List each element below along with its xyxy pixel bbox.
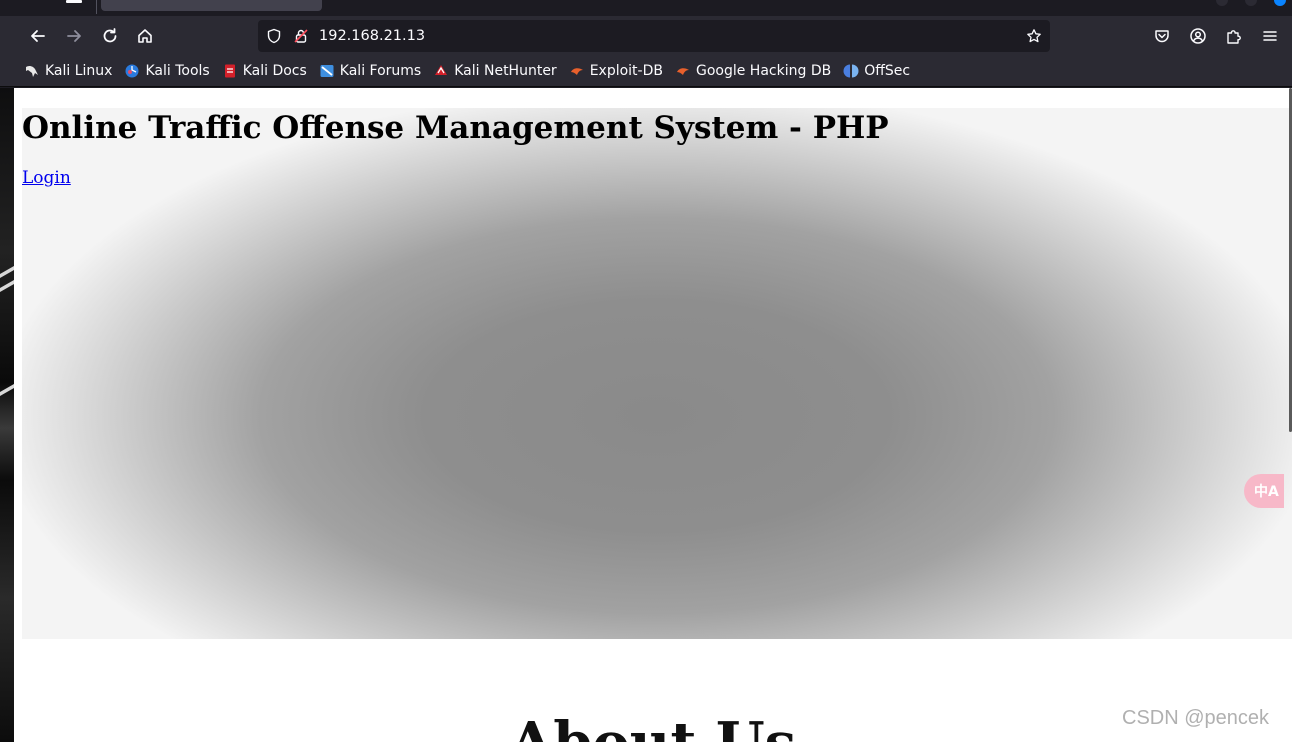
bookmark-label: Kali NetHunter <box>454 63 557 79</box>
pocket-icon <box>1155 30 1169 43</box>
reload-button[interactable] <box>95 22 125 50</box>
tab-strip <box>0 0 1292 16</box>
bookmark-label: Kali Forums <box>339 63 422 79</box>
desktop-background <box>0 88 14 742</box>
kali-dragon-icon <box>24 63 40 79</box>
navigation-toolbar: 192.168.21.13 <box>0 16 1292 56</box>
bookmarks-toolbar: Kali Linux Kali Tools Kali Docs Kali For… <box>0 56 1292 87</box>
kali-tools-icon <box>124 63 140 79</box>
bookmark-label: Exploit-DB <box>589 63 663 79</box>
close-window-button[interactable] <box>1274 0 1286 6</box>
tracking-protection-shield-icon[interactable] <box>265 27 283 45</box>
bookmark-label: Kali Tools <box>145 63 210 79</box>
bookmark-label: OffSec <box>864 63 911 79</box>
reload-icon <box>103 28 117 43</box>
back-button[interactable] <box>23 22 53 50</box>
arrow-left-icon <box>31 30 45 42</box>
account-button[interactable] <box>1183 22 1213 50</box>
bookmark-label: Kali Linux <box>45 63 113 79</box>
bookmark-exploit-db[interactable]: Exploit-DB <box>569 59 668 83</box>
bookmark-kali-linux[interactable]: Kali Linux <box>24 59 117 83</box>
minimize-button[interactable] <box>1216 0 1228 6</box>
bookmark-kali-docs[interactable]: Kali Docs <box>222 59 312 83</box>
extensions-button[interactable] <box>1219 22 1249 50</box>
kali-nethunter-icon <box>433 63 449 79</box>
web-page: Online Traffic Offense Management System… <box>14 88 1292 742</box>
bookmark-kali-nethunter[interactable]: Kali NetHunter <box>433 59 561 83</box>
account-icon <box>1190 28 1206 44</box>
bookmark-google-hacking-db[interactable]: Google Hacking DB <box>675 59 836 83</box>
tab-separator <box>96 0 97 14</box>
forward-button[interactable] <box>59 22 89 50</box>
login-link[interactable]: Login <box>22 168 71 188</box>
url-bar[interactable]: 192.168.21.13 <box>258 20 1050 52</box>
puzzle-piece-icon <box>1227 30 1241 44</box>
bookmark-label: Kali Docs <box>242 63 307 79</box>
pocket-button[interactable] <box>1147 22 1177 50</box>
kali-docs-icon <box>222 63 238 79</box>
active-tab[interactable] <box>101 0 322 11</box>
kali-forums-icon <box>319 63 335 79</box>
bookmark-offsec[interactable]: OffSec <box>843 59 915 83</box>
exploit-db-icon <box>569 63 585 79</box>
bookmark-kali-tools[interactable]: Kali Tools <box>124 59 214 83</box>
url-text[interactable]: 192.168.21.13 <box>319 27 425 45</box>
watermark: CSDN @pencek <box>1122 707 1270 729</box>
bookmark-star-icon[interactable] <box>1025 27 1043 45</box>
home-icon <box>138 29 152 43</box>
arrow-right-icon <box>67 30 81 42</box>
about-us-heading: About Us <box>14 710 1292 742</box>
translate-button[interactable]: 中A <box>1244 474 1284 508</box>
bookmark-kali-forums[interactable]: Kali Forums <box>319 59 426 83</box>
site-title: Online Traffic Offense Management System… <box>22 110 889 146</box>
maximize-button[interactable] <box>1245 0 1257 6</box>
translate-icon: 中A <box>1254 484 1279 500</box>
bookmark-label: Google Hacking DB <box>695 63 832 79</box>
offsec-icon <box>843 63 859 79</box>
home-button[interactable] <box>130 22 160 50</box>
hero-banner <box>22 108 1292 639</box>
insecure-lock-icon[interactable] <box>292 27 310 45</box>
tab-list-button[interactable] <box>66 0 82 3</box>
google-hacking-db-icon <box>675 63 691 79</box>
hamburger-menu-icon <box>1263 31 1277 41</box>
app-menu-button[interactable] <box>1255 22 1285 50</box>
